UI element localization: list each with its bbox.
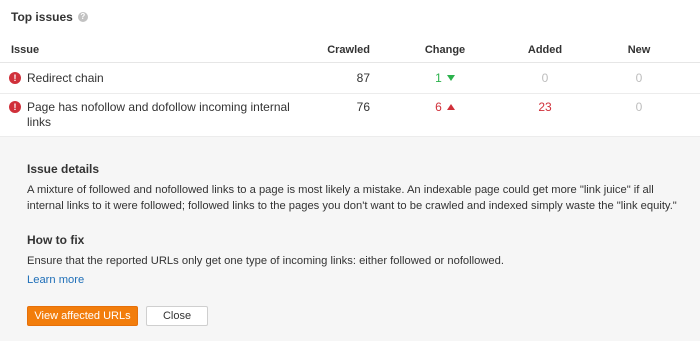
crawled-value: 76 bbox=[356, 100, 370, 114]
issue-details-title: Issue details bbox=[27, 162, 100, 176]
close-button[interactable]: Close bbox=[146, 306, 208, 326]
new-value: 0 bbox=[635, 100, 643, 114]
table-header: Issue Crawled Change Added New bbox=[0, 38, 700, 63]
column-header-added[interactable]: Added bbox=[520, 44, 570, 56]
arrow-down-icon bbox=[446, 75, 455, 81]
how-to-fix-title: How to fix bbox=[27, 233, 85, 247]
learn-more-link[interactable]: Learn more bbox=[27, 274, 84, 286]
panel-title-text: Top issues bbox=[11, 10, 73, 24]
column-header-change[interactable]: Change bbox=[420, 44, 470, 56]
arrow-up-icon bbox=[446, 104, 455, 110]
change-cell: 6 bbox=[420, 100, 470, 114]
error-icon: ! bbox=[9, 72, 21, 84]
column-header-new[interactable]: New bbox=[620, 44, 658, 56]
panel-title: Top issues ? bbox=[11, 10, 88, 24]
help-icon[interactable]: ? bbox=[77, 12, 88, 22]
error-icon: ! bbox=[9, 101, 21, 113]
table-row[interactable]: ! Page has nofollow and dofollow incomin… bbox=[0, 94, 700, 137]
new-value: 0 bbox=[635, 71, 643, 85]
column-header-crawled[interactable]: Crawled bbox=[320, 44, 370, 56]
change-value: 6 bbox=[435, 100, 442, 114]
issue-name: Redirect chain bbox=[27, 71, 104, 85]
table-row[interactable]: ! Redirect chain 87 1 0 0 bbox=[0, 63, 700, 94]
issue-name: Page has nofollow and dofollow incoming … bbox=[27, 100, 290, 129]
added-value: 0 bbox=[541, 71, 549, 85]
issue-details-text: A mixture of followed and nofollowed lin… bbox=[27, 184, 677, 212]
issue-details-panel: Issue details A mixture of followed and … bbox=[0, 137, 700, 341]
change-cell: 1 bbox=[420, 71, 470, 85]
view-affected-urls-button[interactable]: View affected URLs bbox=[27, 306, 138, 326]
added-value: 23 bbox=[538, 100, 552, 114]
column-header-issue[interactable]: Issue bbox=[11, 44, 39, 56]
change-value: 1 bbox=[435, 71, 442, 85]
how-to-fix-text: Ensure that the reported URLs only get o… bbox=[27, 255, 504, 267]
crawled-value: 87 bbox=[356, 71, 370, 85]
